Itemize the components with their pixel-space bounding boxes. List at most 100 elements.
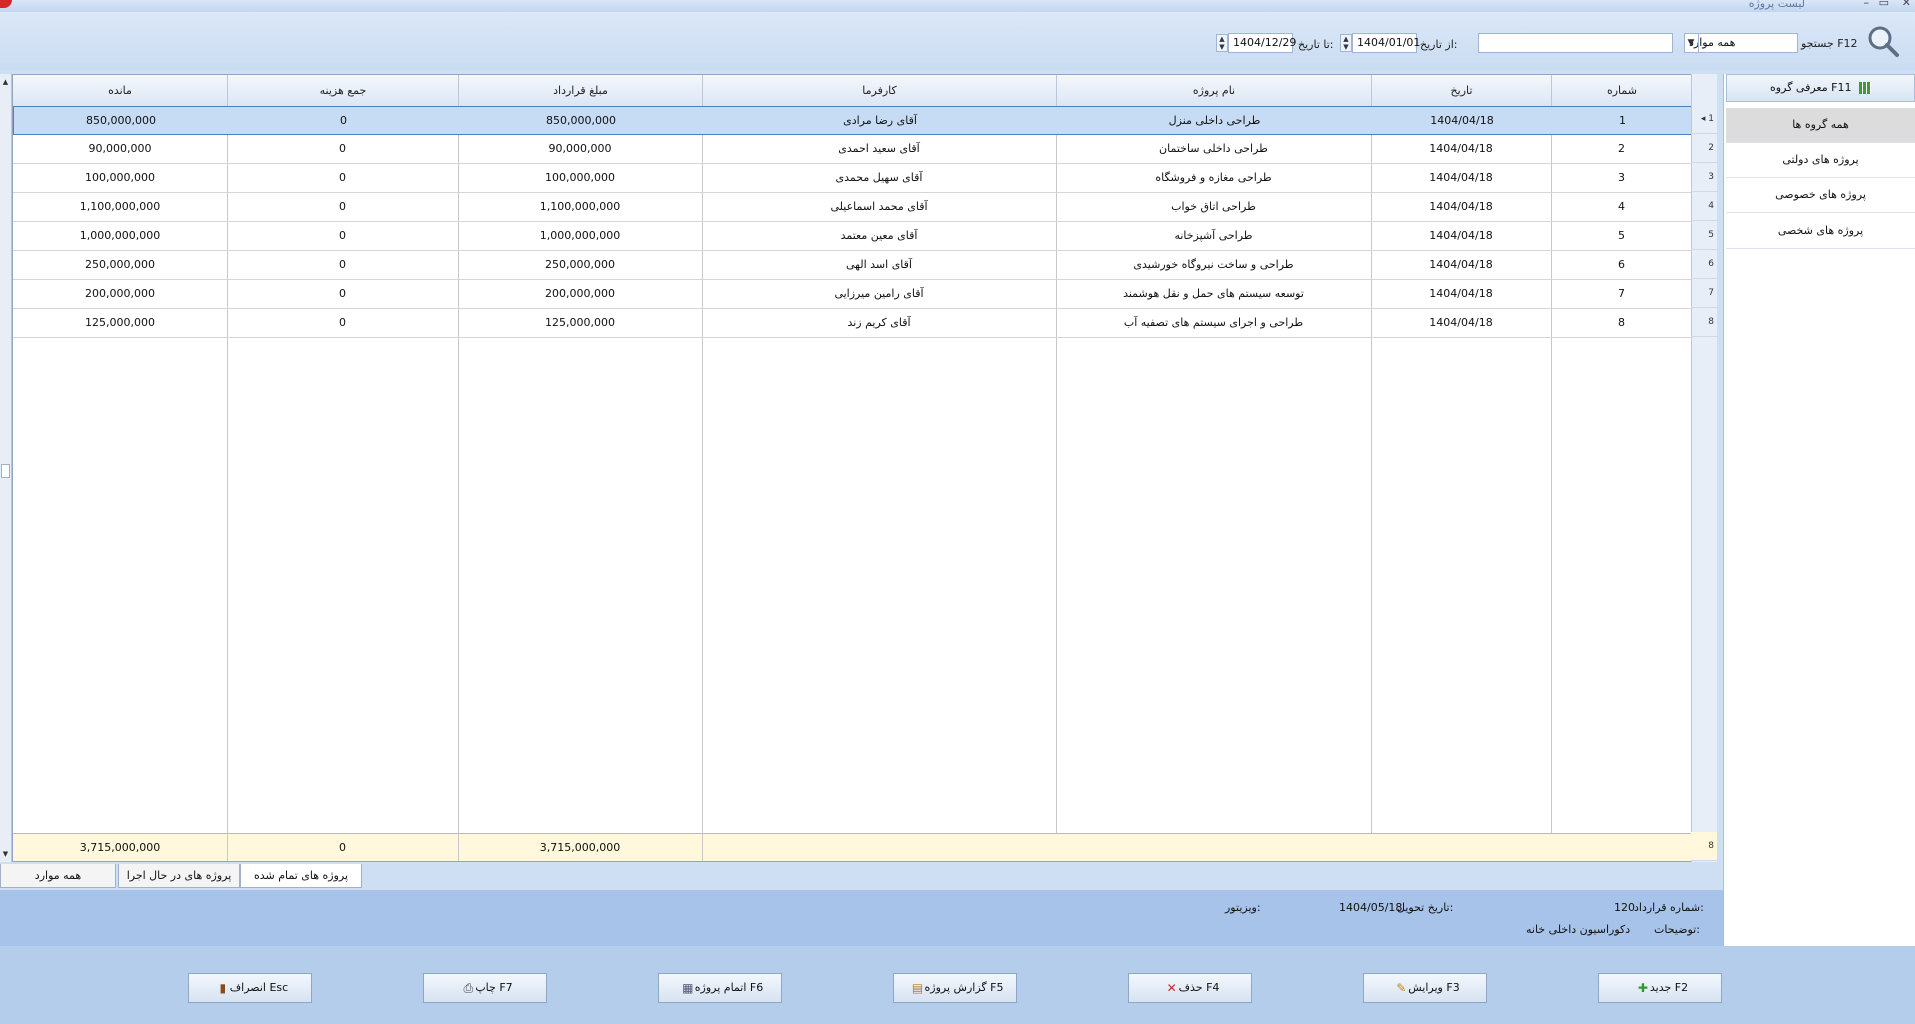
col-expense[interactable]: جمع هزینه bbox=[227, 75, 458, 106]
new-button[interactable]: ✚ جدید F2 bbox=[1598, 973, 1722, 1003]
group-item-private[interactable]: پروژه های خصوصی bbox=[1726, 178, 1915, 213]
cell-date: 1404/04/18 bbox=[1429, 258, 1493, 271]
col-project[interactable]: نام پروژه bbox=[1056, 75, 1371, 106]
delivery-date-value: 1404/05/18 bbox=[1339, 901, 1403, 914]
row-indicator-number: 5 bbox=[1708, 230, 1714, 240]
row-indicator[interactable]: 4 bbox=[1691, 192, 1717, 221]
grid-header: مانده جمع هزینه مبلغ قرارداد کارفرما نام… bbox=[13, 75, 1716, 107]
cell-project: طراحی داخلی منزل bbox=[1168, 114, 1261, 127]
to-date-field[interactable]: 1404/12/29 bbox=[1228, 33, 1296, 53]
delete-button[interactable]: ✕ حذف F4 bbox=[1128, 973, 1252, 1003]
group-item-personal[interactable]: پروژه های شخصی bbox=[1726, 214, 1915, 249]
cell-client: آقای سعید احمدی bbox=[838, 142, 920, 155]
tab-finished[interactable]: پروژه های تمام شده bbox=[240, 864, 362, 888]
cell-number: 1 bbox=[1619, 114, 1626, 127]
scroll-up-icon[interactable]: ▲ bbox=[0, 76, 11, 88]
search-label: جستجو F12 bbox=[1801, 37, 1858, 50]
project-report-button[interactable]: ▤گزارش پروژه F5 bbox=[893, 973, 1017, 1003]
row-indicator[interactable]: 8 bbox=[1691, 308, 1717, 337]
total-contract: 3,715,000,000 bbox=[458, 834, 703, 861]
report-icon: ▤ bbox=[911, 981, 924, 995]
finish-icon: ▦ bbox=[682, 981, 694, 995]
table-row[interactable]: 1,100,000,000 0 1,100,000,000 آقای محمد اسم… bbox=[13, 193, 1716, 222]
title-bar: لیست پروژه – ▭ ✕ bbox=[0, 0, 1915, 12]
scope-select[interactable]: همه موارد bbox=[1684, 33, 1798, 53]
cell-number: 8 bbox=[1618, 316, 1625, 329]
cell-remaining: 125,000,000 bbox=[85, 316, 155, 329]
group-item-all[interactable]: همه گروه ها bbox=[1726, 108, 1915, 143]
from-date-spinner[interactable]: ▲ ▼ bbox=[1340, 34, 1352, 52]
row-indicator[interactable]: 2 bbox=[1691, 134, 1717, 163]
cell-number: 5 bbox=[1618, 229, 1625, 242]
group-header-button[interactable]: معرفی گروه F11 bbox=[1726, 74, 1915, 102]
delivery-date-label: تاریخ تحویل: bbox=[1397, 901, 1454, 914]
cell-project: توسعه سیستم های حمل و نقل هوشمند bbox=[1123, 287, 1304, 300]
tab-all[interactable]: همه موارد bbox=[0, 864, 116, 888]
row-indicator[interactable]: 3 bbox=[1691, 163, 1717, 192]
row-indicator-number: 7 bbox=[1708, 288, 1714, 298]
row-indicator-number: 1 bbox=[1708, 114, 1714, 124]
cell-contract: 200,000,000 bbox=[545, 287, 615, 300]
table-row[interactable]: 90,000,000 0 90,000,000 آقای سعید احمدی طراح… bbox=[13, 135, 1716, 164]
row-indicator[interactable]: 6 bbox=[1691, 250, 1717, 279]
cell-client: آقای کریم زند bbox=[847, 316, 911, 329]
col-date[interactable]: تاریخ bbox=[1371, 75, 1551, 106]
search-input[interactable] bbox=[1478, 33, 1673, 53]
row-indicator-number: 6 bbox=[1708, 259, 1714, 269]
cell-project: طراحی و ساخت نیروگاه خورشیدی bbox=[1133, 258, 1294, 271]
table-row[interactable]: 850,000,000 0 850,000,000 آقای رضا مرادی طرا… bbox=[13, 106, 1716, 135]
close-icon[interactable]: ✕ bbox=[1902, 0, 1911, 9]
from-date-label: از تاریخ: bbox=[1420, 38, 1458, 51]
edit-button[interactable]: ✎ ویرایش F3 bbox=[1363, 973, 1487, 1003]
window-title: لیست پروژه bbox=[1748, 0, 1805, 10]
vertical-scrollbar[interactable]: ▲ ▼ bbox=[0, 74, 12, 862]
chevron-down-icon[interactable]: ▼ bbox=[1684, 34, 1699, 52]
col-number[interactable]: شماره bbox=[1551, 75, 1692, 106]
cell-date: 1404/04/18 bbox=[1429, 142, 1493, 155]
cell-remaining: 250,000,000 bbox=[85, 258, 155, 271]
table-row[interactable]: 200,000,000 0 200,000,000 آقای رامین میرزای… bbox=[13, 280, 1716, 309]
scroll-down-icon[interactable]: ▼ bbox=[0, 848, 11, 860]
col-contract[interactable]: مبلغ قرارداد bbox=[458, 75, 702, 106]
row-indicator[interactable]: ◂ 1 bbox=[1691, 105, 1717, 134]
table-row[interactable]: 250,000,000 0 250,000,000 آقای اسد الهی طراح… bbox=[13, 251, 1716, 280]
col-client[interactable]: کارفرما bbox=[702, 75, 1056, 106]
notes-value: دکوراسیون داخلی خانه bbox=[1526, 923, 1631, 936]
row-indicator[interactable]: 7 bbox=[1691, 279, 1717, 308]
print-button[interactable]: ⎙ چاپ F7 bbox=[423, 973, 547, 1003]
row-indicator-column: ◂ 1 2 3 4 5 6 7 8 8 bbox=[1691, 74, 1717, 862]
maximize-icon[interactable]: ▭ bbox=[1879, 0, 1889, 9]
cell-project: طراحی داخلی ساختمان bbox=[1159, 142, 1268, 155]
table-row[interactable]: 1,000,000,000 0 1,000,000,000 آقای معین معت… bbox=[13, 222, 1716, 251]
search-icon[interactable] bbox=[1866, 24, 1900, 58]
scroll-thumb[interactable] bbox=[1, 464, 10, 478]
cell-number: 3 bbox=[1618, 171, 1625, 184]
cell-contract: 850,000,000 bbox=[546, 114, 616, 127]
cell-date: 1404/04/18 bbox=[1430, 114, 1494, 127]
table-row[interactable]: 125,000,000 0 125,000,000 آقای کریم زند طراح… bbox=[13, 309, 1716, 338]
cell-client: آقای محمد اسماعیلی bbox=[830, 200, 928, 213]
to-date-spinner[interactable]: ▲ ▼ bbox=[1216, 34, 1228, 52]
row-indicator-number: 2 bbox=[1708, 143, 1714, 153]
cell-date: 1404/04/18 bbox=[1429, 287, 1493, 300]
cancel-button[interactable]: ▮ انصراف Esc bbox=[188, 973, 312, 1003]
finish-project-button[interactable]: ▦اتمام پروژه F6 bbox=[658, 973, 782, 1003]
from-date-field[interactable]: 1404/01/01 bbox=[1352, 33, 1421, 53]
cell-number: 2 bbox=[1618, 142, 1625, 155]
cell-expense: 0 bbox=[340, 114, 347, 127]
cell-remaining: 100,000,000 bbox=[85, 171, 155, 184]
tab-in-progress[interactable]: پروژه های در حال اجرا bbox=[118, 864, 240, 888]
cell-expense: 0 bbox=[339, 258, 346, 271]
from-date-value: 1404/01/01 bbox=[1357, 36, 1421, 49]
total-remaining: 3,715,000,000 bbox=[13, 834, 228, 861]
row-indicator[interactable]: 5 bbox=[1691, 221, 1717, 250]
to-date-label: تا تاریخ: bbox=[1298, 38, 1334, 51]
plus-icon: ✚ bbox=[1637, 981, 1648, 995]
table-row[interactable]: 100,000,000 0 100,000,000 آقای سهیل محمدی طر… bbox=[13, 164, 1716, 193]
grid-icon bbox=[1858, 82, 1871, 94]
totals-row: 3,715,000,000 0 3,715,000,000 bbox=[13, 833, 1716, 861]
minimize-icon[interactable]: – bbox=[1864, 0, 1870, 9]
group-item-government[interactable]: پروژه های دولتی bbox=[1726, 143, 1915, 178]
total-expense: 0 bbox=[227, 834, 459, 861]
col-remaining[interactable]: مانده bbox=[13, 75, 227, 106]
